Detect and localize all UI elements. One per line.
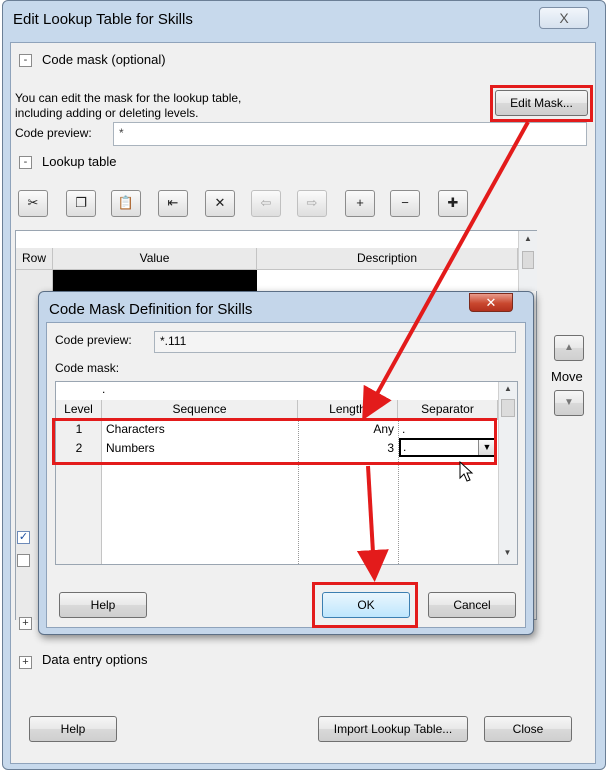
insert-row-icon: ⇤ xyxy=(167,195,179,210)
move-up-button[interactable]: ▲ xyxy=(554,335,584,361)
mask-grid-scrollbar[interactable]: ▲ ▼ xyxy=(498,382,517,564)
main-close-button[interactable]: Close xyxy=(484,716,572,742)
column-header-level[interactable]: Level xyxy=(56,400,102,420)
dialog-ok-button[interactable]: OK xyxy=(322,592,410,618)
scroll-up-icon[interactable]: ▲ xyxy=(519,234,537,243)
lookup-table-collapse-toggle[interactable]: - xyxy=(19,156,32,169)
paste-icon: 📋 xyxy=(117,195,135,210)
main-help-button[interactable]: Help xyxy=(29,716,117,742)
indent-button: ⇨ xyxy=(297,190,327,217)
scroll-up-icon[interactable]: ▲ xyxy=(499,384,517,393)
copy-button[interactable]: ❐ xyxy=(66,190,96,217)
column-header-sequence[interactable]: Sequence xyxy=(102,400,298,420)
close-icon: ✕ xyxy=(485,295,497,310)
edit-mask-button[interactable]: Edit Mask... xyxy=(495,90,588,116)
dialog-help-button[interactable]: Help xyxy=(59,592,147,618)
code-preview-label: Code preview: xyxy=(15,126,92,140)
window-close-button[interactable]: X xyxy=(539,7,589,29)
scroll-thumb[interactable] xyxy=(522,251,534,269)
data-entry-section-title: Data entry options xyxy=(42,652,148,667)
scroll-down-icon[interactable]: ▼ xyxy=(499,548,516,557)
column-header-row[interactable]: Row xyxy=(16,248,53,270)
lookup-table-section-title: Lookup table xyxy=(42,154,117,169)
expand-all-button[interactable]: ✚ xyxy=(438,190,468,217)
collapsed-section-toggle[interactable]: + xyxy=(19,617,32,630)
expand-icon: + xyxy=(356,195,364,210)
rows-highlight xyxy=(52,418,497,465)
code-mask-collapse-toggle[interactable]: - xyxy=(19,54,32,67)
close-icon: X xyxy=(559,10,569,26)
cut-button[interactable]: ✂ xyxy=(18,190,48,217)
dialog-code-preview-field: *.111 xyxy=(154,331,516,353)
dialog-client: Code preview: *.111 Code mask: . Level S… xyxy=(46,322,526,628)
insert-row-button[interactable]: ⇤ xyxy=(158,190,188,217)
collapse-icon: − xyxy=(401,195,409,210)
import-lookup-table-button[interactable]: Import Lookup Table... xyxy=(318,716,468,742)
code-mask-description-2: including adding or deleting levels. xyxy=(15,106,199,120)
delete-row-icon: ✕ xyxy=(214,195,226,210)
paste-button[interactable]: 📋 xyxy=(111,190,141,217)
dialog-cancel-button[interactable]: Cancel xyxy=(428,592,516,618)
indent-icon: ⇨ xyxy=(306,195,318,210)
code-preview-field: * xyxy=(113,122,587,146)
column-header-value[interactable]: Value xyxy=(53,248,257,270)
arrow-up-icon: ▲ xyxy=(564,342,574,353)
lookup-grid-scrollbar[interactable]: ▲ xyxy=(518,231,537,291)
selected-value-cell[interactable] xyxy=(53,270,257,292)
outdent-icon: ⇦ xyxy=(260,195,272,210)
window-title: Edit Lookup Table for Skills xyxy=(13,11,193,28)
code-mask-section-title: Code mask (optional) xyxy=(42,52,166,67)
move-label: Move xyxy=(551,369,583,384)
delete-row-button[interactable]: ✕ xyxy=(205,190,235,217)
mouse-cursor-icon xyxy=(459,461,474,482)
code-mask-grid[interactable]: . Level Sequence Length Separator 1 Char… xyxy=(55,381,518,565)
column-header-description[interactable]: Description xyxy=(257,248,518,270)
code-mask-description-1: You can edit the mask for the lookup tab… xyxy=(15,91,242,105)
data-entry-expand-toggle[interactable]: + xyxy=(19,656,32,669)
expand-all-icon: ✚ xyxy=(447,195,459,210)
move-down-button[interactable]: ▼ xyxy=(554,390,584,416)
cut-icon: ✂ xyxy=(27,195,39,210)
option-checkbox-checked[interactable]: ✓ xyxy=(17,531,30,544)
dialog-code-mask-label: Code mask: xyxy=(55,361,120,375)
copy-icon: ❐ xyxy=(75,195,87,210)
arrow-down-icon: ▼ xyxy=(564,397,574,408)
expand-button[interactable]: + xyxy=(345,190,375,217)
scroll-thumb[interactable] xyxy=(501,399,515,417)
collapse-button[interactable]: − xyxy=(390,190,420,217)
dialog-close-button[interactable]: ✕ xyxy=(469,293,513,312)
dialog-title: Code Mask Definition for Skills xyxy=(49,301,253,318)
option-checkbox-unchecked[interactable] xyxy=(17,554,30,567)
column-header-length[interactable]: Length xyxy=(298,400,398,420)
outdent-button: ⇦ xyxy=(251,190,281,217)
column-header-separator[interactable]: Separator xyxy=(398,400,498,420)
dialog-code-preview-label: Code preview: xyxy=(55,333,132,347)
top-row-marker: . xyxy=(102,382,106,396)
